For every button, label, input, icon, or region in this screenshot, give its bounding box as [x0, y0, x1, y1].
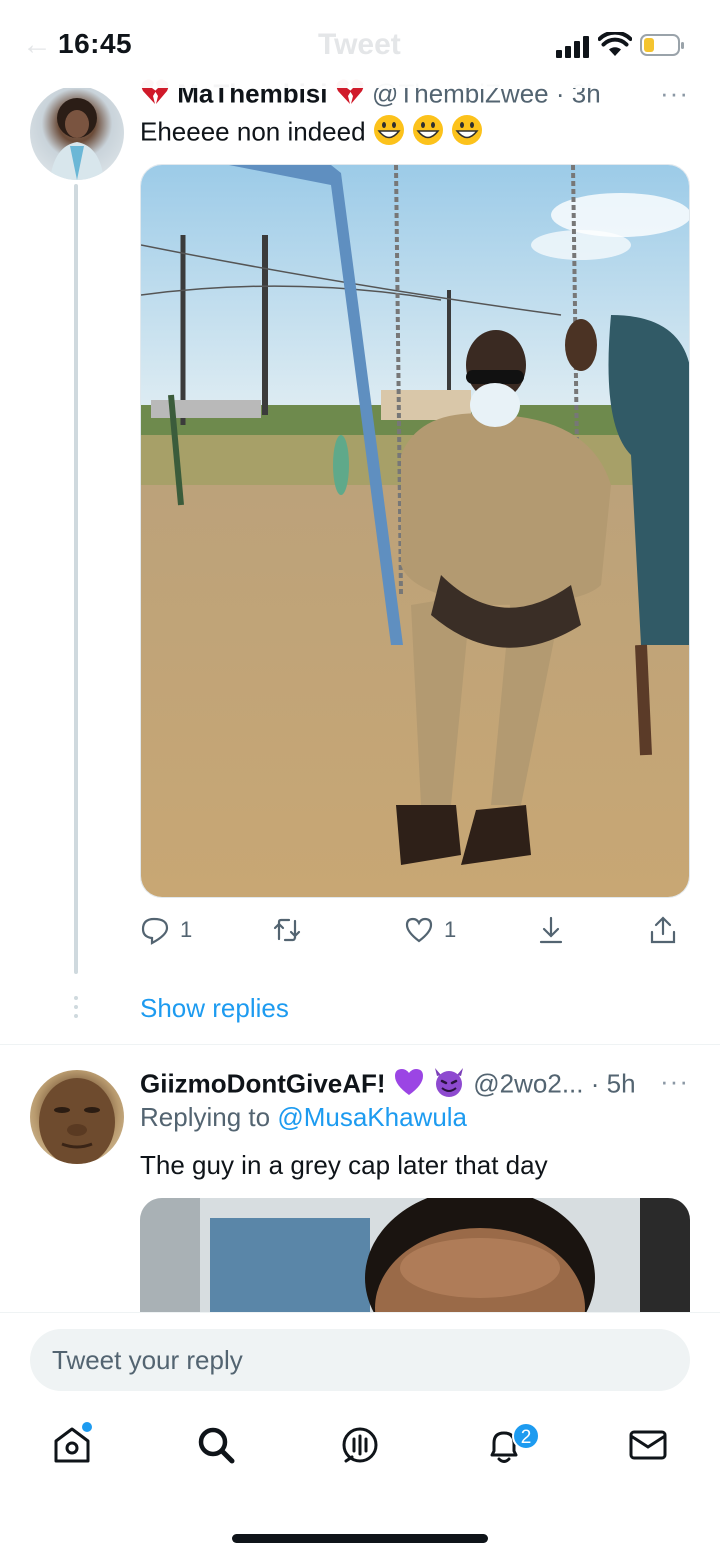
heart-icon	[405, 917, 433, 943]
tab-search[interactable]	[194, 1423, 238, 1467]
like-count: 1	[444, 917, 457, 942]
thread-line	[74, 184, 78, 974]
avatar[interactable]	[30, 1070, 124, 1164]
user-handle[interactable]: @2wo2...	[473, 1068, 583, 1098]
reply-input[interactable]	[30, 1329, 690, 1391]
retweet-icon	[273, 918, 301, 942]
home-unread-dot	[82, 1422, 92, 1432]
cellular-signal-icon	[556, 34, 592, 58]
tweet-photo[interactable]	[140, 164, 690, 898]
messages-icon	[629, 1430, 667, 1460]
reply-count: 1	[180, 917, 193, 942]
purple-heart-emoji	[393, 1067, 425, 1104]
grinning-face-emoji	[451, 114, 483, 153]
tweet-text: The guy in a grey cap later that day	[140, 1150, 548, 1180]
notification-badge: 2	[512, 1422, 540, 1450]
like-action[interactable]: 1	[404, 912, 456, 948]
share-icon	[650, 916, 676, 944]
bookmark-action[interactable]	[536, 912, 566, 948]
status-bar: ← Tweet 16:45	[0, 0, 720, 88]
smiling-devil-emoji	[432, 1066, 466, 1105]
retweet-action[interactable]	[272, 912, 312, 948]
tweet-text-body: Eheeee non indeed	[140, 116, 366, 147]
tweet-time: · 5h	[590, 1068, 636, 1099]
download-arrow-icon	[539, 916, 563, 944]
show-replies-link[interactable]: Show replies	[140, 993, 289, 1024]
display-name[interactable]: GiizmoDontGiveAF!	[140, 1068, 386, 1098]
replying-to: Replying to @MusaKhawula	[140, 1102, 467, 1133]
more-options-icon[interactable]: ···	[660, 1066, 689, 1097]
tab-messages[interactable]	[626, 1423, 670, 1467]
bottom-bar	[0, 1312, 720, 1558]
header-title: Tweet	[318, 28, 401, 61]
status-time: 16:45	[58, 28, 133, 59]
tab-spaces[interactable]	[338, 1423, 382, 1467]
thread-dots	[74, 996, 78, 1023]
tweet-text: Eheeee non indeed	[140, 114, 483, 153]
reply-action[interactable]: 1	[140, 912, 192, 948]
search-icon	[198, 1427, 235, 1464]
reply-icon	[141, 917, 169, 945]
battery-low-icon	[640, 34, 684, 56]
spaces-icon	[342, 1427, 378, 1463]
replying-to-label: Replying to	[140, 1102, 271, 1132]
grinning-face-emoji	[412, 114, 444, 153]
share-action[interactable]	[648, 912, 678, 948]
home-indicator[interactable]	[232, 1534, 488, 1543]
wifi-icon	[598, 32, 632, 56]
back-arrow-icon[interactable]: ←	[22, 28, 52, 62]
grinning-face-emoji	[373, 114, 405, 153]
tweet2-header: GiizmoDontGiveAF! @2wo2... · 5h	[140, 1066, 636, 1105]
divider	[0, 1044, 720, 1045]
replying-to-handle[interactable]: @MusaKhawula	[277, 1102, 467, 1132]
avatar[interactable]	[30, 86, 124, 180]
tweet-actions: 1 1	[140, 912, 690, 948]
tab-bar	[0, 1423, 720, 1483]
